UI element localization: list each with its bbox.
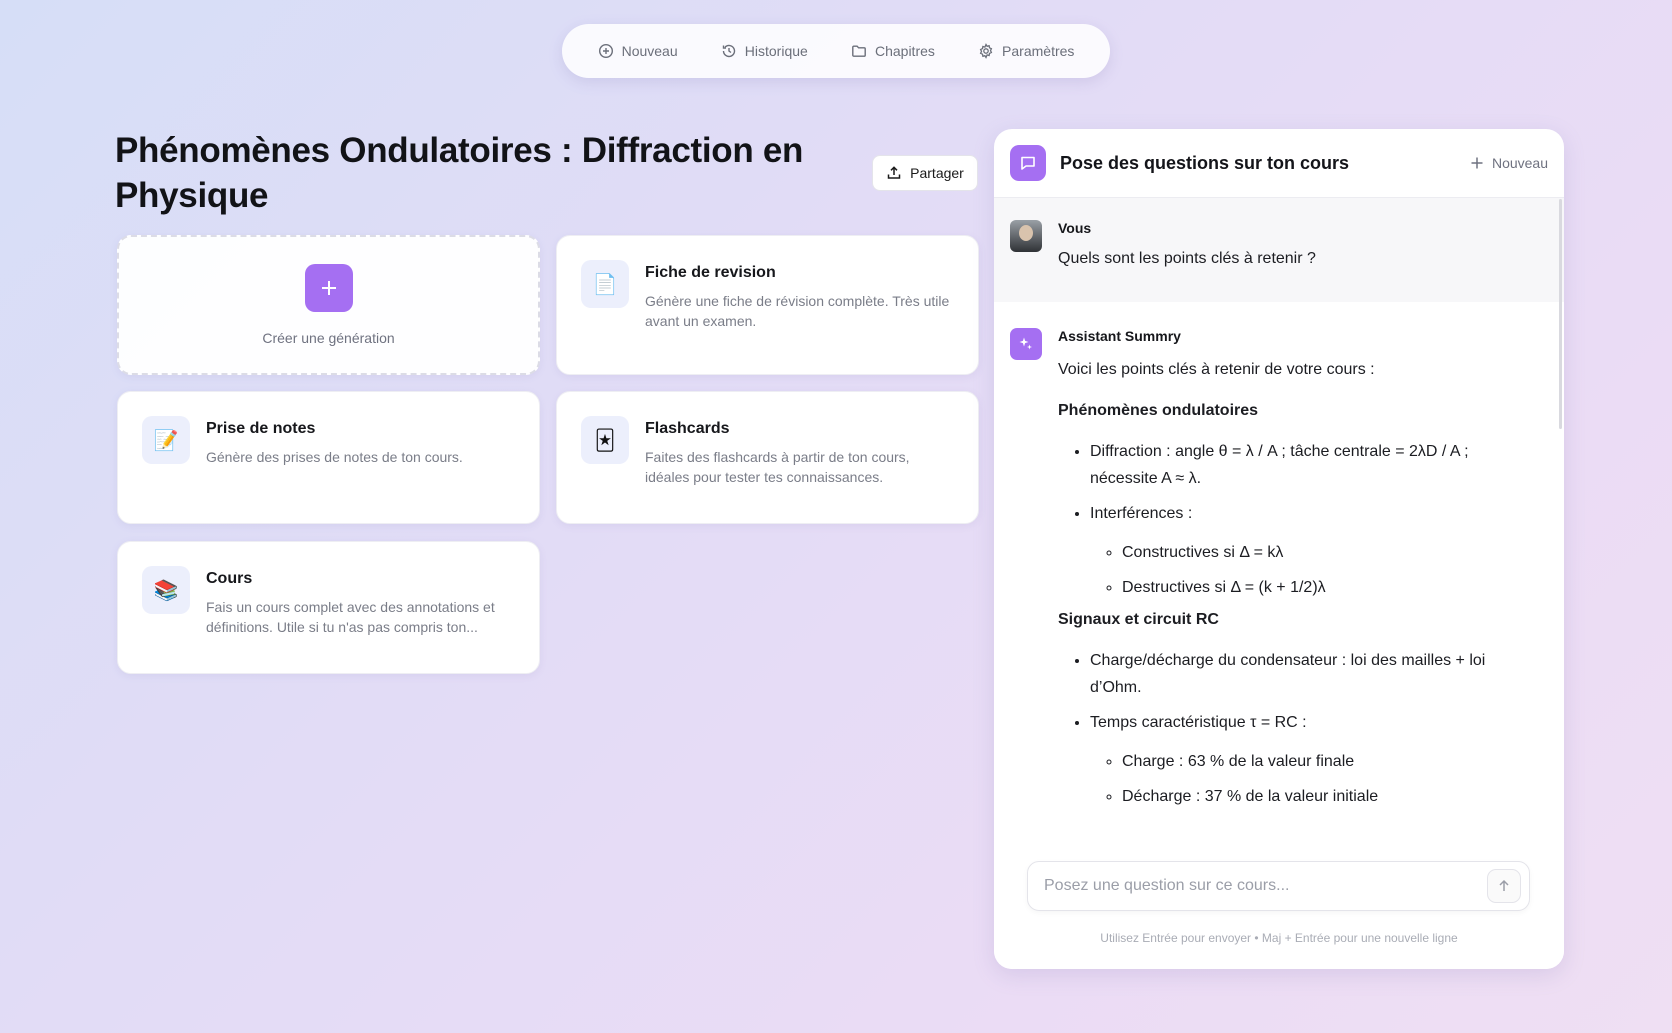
list-item-text: Temps caractéristique τ = RC : — [1090, 714, 1307, 731]
card-description: Génère une fiche de révision complète. T… — [645, 293, 950, 329]
list-item: Décharge : 37 % de la valeur initiale — [1122, 785, 1528, 809]
chat-input-box — [1027, 861, 1530, 911]
create-plus-button[interactable] — [304, 264, 353, 312]
chat-input[interactable] — [1044, 877, 1487, 895]
chat-composer: Utilisez Entrée pour envoyer • Maj + Ent… — [994, 839, 1564, 969]
user-message: Vous Quels sont les points clés à reteni… — [994, 198, 1564, 302]
chat-new-label: Nouveau — [1491, 155, 1548, 171]
card-title: Prise de notes — [206, 420, 316, 437]
plus-circle-icon — [598, 43, 613, 59]
history-icon — [722, 44, 735, 58]
flashcards-icon: 🃏 — [581, 416, 629, 464]
top-nav: Nouveau Historique Chapitres Paramètres — [562, 24, 1110, 78]
chat-bubble-icon — [1010, 145, 1046, 181]
nav-item-label: Chapitres — [874, 43, 935, 59]
card-title: Fiche de revision — [645, 264, 776, 281]
section-heading: Signaux et circuit RC — [1058, 611, 1219, 628]
nav-item-parametres[interactable]: Paramètres — [968, 37, 1084, 65]
document-icon: 📄 — [581, 260, 629, 308]
bullet-list: Diffraction : angle θ = λ / A ; tâche ce… — [1058, 438, 1528, 600]
list-item: Temps caractéristique τ = RC : Charge : … — [1090, 709, 1528, 809]
chat-panel: Pose des questions sur ton cours Nouveau… — [994, 129, 1564, 969]
arrow-up-icon — [1499, 879, 1509, 891]
list-item: Interférences : Constructives si Δ = kλ … — [1090, 500, 1528, 600]
nav-item-label: Historique — [744, 43, 808, 59]
card-cours[interactable]: 📚 Cours Fais un cours complet avec des a… — [117, 541, 540, 674]
nav-item-chapitres[interactable]: Chapitres — [841, 37, 945, 65]
list-item: Charge : 63 % de la valeur finale — [1122, 750, 1528, 774]
assistant-message: Assistant Summry Voici les points clés à… — [994, 302, 1564, 820]
card-description: Fais un cours complet avec des annotatio… — [206, 599, 495, 635]
page-title: Phénomènes Ondulatoires : Diffraction en… — [115, 131, 804, 215]
bullet-list: Charge/décharge du condensateur : loi de… — [1058, 647, 1528, 809]
sub-bullet-list: Charge : 63 % de la valeur finale Déchar… — [1090, 750, 1528, 809]
list-item-text: Interférences : — [1090, 505, 1193, 522]
card-prise-de-notes[interactable]: 📝 Prise de notes Génère des prises de no… — [117, 391, 540, 524]
gear-icon — [979, 43, 993, 59]
card-title: Flashcards — [645, 420, 730, 437]
share-button[interactable]: Partager — [872, 155, 978, 191]
chat-hint: Utilisez Entrée pour envoyer • Maj + Ent… — [1100, 931, 1458, 945]
plus-icon — [321, 281, 336, 295]
nav-item-label: Nouveau — [621, 43, 678, 59]
card-description: Génère des prises de notes de ton cours. — [206, 449, 463, 465]
chat-header: Pose des questions sur ton cours Nouveau — [994, 129, 1564, 198]
folder-icon — [852, 45, 866, 57]
send-button[interactable] — [1487, 869, 1521, 903]
card-title: Cours — [206, 570, 253, 587]
card-flashcards[interactable]: 🃏 Flashcards Faites des flashcards à par… — [556, 391, 979, 524]
message-text: Quels sont les points clés à retenir ? — [1058, 250, 1316, 267]
list-item: Diffraction : angle θ = λ / A ; tâche ce… — [1090, 438, 1528, 492]
card-fiche-revision[interactable]: 📄 Fiche de revision Génère une fiche de … — [556, 235, 979, 375]
create-generation-label: Créer une génération — [262, 330, 395, 346]
card-description: Faites des flashcards à partir de ton co… — [645, 449, 910, 485]
chat-new-button[interactable]: Nouveau — [1470, 155, 1548, 171]
list-item: Charge/décharge du condensateur : loi de… — [1090, 647, 1528, 701]
nav-item-label: Paramètres — [1002, 43, 1075, 59]
avatar — [1010, 220, 1042, 252]
upload-icon — [887, 166, 901, 179]
message-author: Assistant Summry — [1058, 328, 1181, 344]
nav-item-nouveau[interactable]: Nouveau — [588, 37, 688, 65]
plus-icon — [1471, 157, 1483, 169]
create-generation-card[interactable]: Créer une génération — [117, 235, 540, 375]
nav-item-historique[interactable]: Historique — [711, 37, 818, 65]
books-icon: 📚 — [142, 566, 190, 614]
section-heading: Phénomènes ondulatoires — [1058, 402, 1259, 419]
sparkle-icon — [1010, 328, 1042, 360]
list-item: Destructives si Δ = (k + 1/2)λ — [1122, 576, 1528, 600]
message-author: Vous — [1058, 220, 1092, 236]
chat-messages[interactable]: Vous Quels sont les points clés à reteni… — [994, 198, 1564, 838]
chat-title: Pose des questions sur ton cours — [1060, 152, 1350, 173]
list-item: Constructives si Δ = kλ — [1122, 541, 1528, 565]
sub-bullet-list: Constructives si Δ = kλ Destructives si … — [1090, 541, 1528, 600]
notepad-icon: 📝 — [142, 416, 190, 464]
message-intro: Voici les points clés à retenir de votre… — [1058, 361, 1375, 378]
share-button-label: Partager — [910, 165, 964, 181]
chat-scrollbar[interactable] — [1559, 199, 1562, 429]
